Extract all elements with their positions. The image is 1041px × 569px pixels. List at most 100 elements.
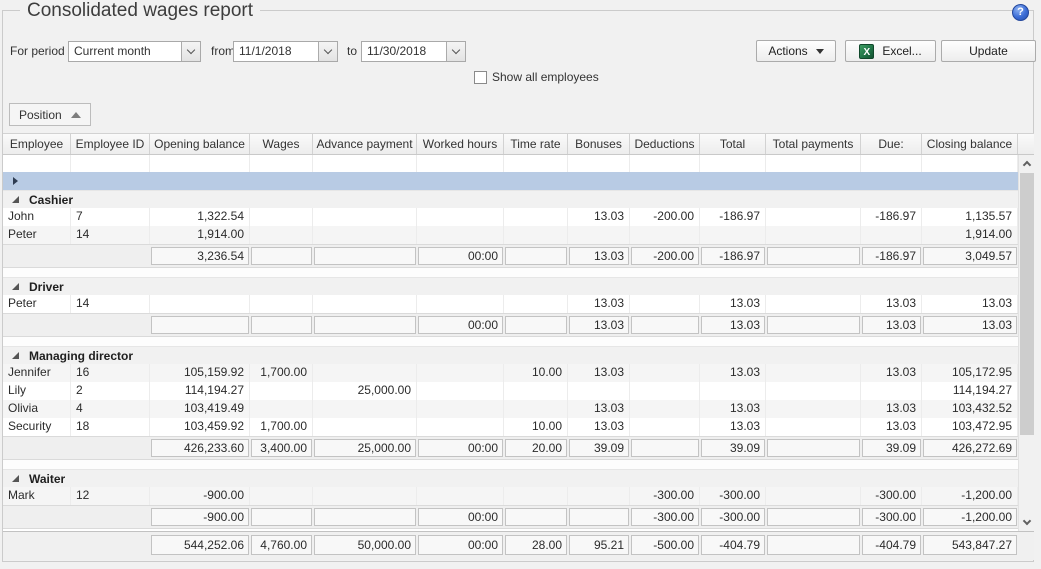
from-label: from [211, 41, 235, 62]
employee-row[interactable]: Lily2114,194.2725,000.00114,194.27 [3, 382, 1018, 400]
summary-value-box [767, 508, 860, 526]
employee-row[interactable]: Jennifer16105,159.921,700.0010.0013.0313… [3, 364, 1018, 382]
summary-value-box [505, 247, 567, 265]
cell: 28.00 [504, 532, 568, 560]
column-header-closing-balance[interactable]: Closing balance [922, 134, 1018, 154]
cell: 00:00 [417, 314, 504, 336]
actions-button[interactable]: Actions [756, 40, 836, 62]
scrollbar-thumb[interactable] [1020, 173, 1034, 435]
cell [3, 314, 71, 336]
employee-row[interactable]: Peter141,914.001,914.00 [3, 226, 1018, 244]
cell: -900.00 [150, 487, 250, 505]
column-header-bonuses[interactable]: Bonuses [568, 134, 630, 154]
cell: 103,419.49 [150, 400, 250, 418]
cell [3, 506, 71, 528]
chevron-down-icon[interactable] [181, 42, 200, 61]
summary-value-box: -186.97 [701, 247, 765, 265]
employee-row[interactable]: John71,322.5413.03-200.00-186.97-186.971… [3, 208, 1018, 226]
summary-value-box: 20.00 [505, 439, 567, 457]
cell [766, 155, 861, 172]
cell: 114,194.27 [922, 382, 1018, 400]
column-header-wages[interactable]: Wages [250, 134, 313, 154]
cell: -404.79 [700, 532, 766, 560]
chevron-down-icon[interactable] [318, 42, 337, 61]
summary-value-box: 3,400.00 [251, 439, 312, 457]
column-header-worked-hours[interactable]: Worked hours [417, 134, 504, 154]
cell: 13.03 [568, 245, 630, 267]
vertical-scrollbar[interactable] [1018, 155, 1034, 531]
update-button[interactable]: Update [941, 40, 1036, 62]
column-header-employee[interactable]: Employee [3, 134, 71, 154]
group-expand-icon [12, 283, 19, 290]
cell [313, 155, 417, 172]
cell [568, 226, 630, 244]
group-summary-row: 3,236.5400:0013.03-200.00-186.97-186.973… [3, 244, 1018, 268]
column-header-total[interactable]: Total [700, 134, 766, 154]
to-date-select[interactable]: 11/30/2018 [361, 41, 466, 62]
summary-value-box: 00:00 [418, 247, 503, 265]
summary-value-box: -186.97 [862, 247, 921, 265]
column-header-employee-id[interactable]: Employee ID [71, 134, 150, 154]
cell: 13.03 [861, 400, 922, 418]
cell [630, 364, 700, 382]
group-spacer [3, 268, 1018, 277]
actions-button-label: Actions [768, 44, 807, 58]
summary-value-box [767, 316, 860, 334]
cell [417, 155, 504, 172]
group-row-cashier[interactable]: Cashier [3, 190, 1018, 208]
cell: Mark [3, 487, 71, 505]
cell [504, 155, 568, 172]
cell: 13.03 [700, 295, 766, 313]
chevron-down-icon[interactable] [446, 42, 465, 61]
cell: 39.09 [861, 437, 922, 459]
scroll-down-button[interactable] [1019, 514, 1035, 531]
cell [313, 245, 417, 267]
show-all-employees-label: Show all employees [492, 70, 599, 84]
cell [766, 245, 861, 267]
chevron-up-icon [1023, 161, 1031, 169]
collapsed-group-row[interactable] [3, 172, 1018, 190]
help-icon[interactable]: ? [1012, 4, 1029, 21]
summary-value-box: 25,000.00 [314, 439, 416, 457]
grand-total-value-box: 95.21 [569, 535, 629, 555]
column-header-deductions[interactable]: Deductions [630, 134, 700, 154]
excel-button[interactable]: X Excel... [845, 40, 936, 62]
cell: -500.00 [630, 532, 700, 560]
period-select[interactable]: Current month [68, 41, 201, 62]
summary-value-box: 426,272.69 [923, 439, 1017, 457]
cell [504, 382, 568, 400]
group-row-waiter[interactable]: Waiter [3, 469, 1018, 487]
cell [250, 245, 313, 267]
cell [313, 506, 417, 528]
column-header-total-payments[interactable]: Total payments [766, 134, 861, 154]
cell [630, 382, 700, 400]
cell: -1,200.00 [922, 506, 1018, 528]
group-field-position[interactable]: Position [9, 103, 91, 126]
column-header-due[interactable]: Due: [861, 134, 922, 154]
cell: 13.03 [861, 295, 922, 313]
column-header-advance-payment[interactable]: Advance payment [313, 134, 417, 154]
employee-row[interactable]: Mark12-900.00-300.00-300.00-300.00-1,200… [3, 487, 1018, 505]
grid-header-corner [1018, 134, 1034, 154]
employee-row[interactable]: Peter1413.0313.0313.0313.03 [3, 295, 1018, 313]
cell: -300.00 [630, 487, 700, 505]
cell: 3,236.54 [150, 245, 250, 267]
from-date-select[interactable]: 11/1/2018 [233, 41, 338, 62]
cell [250, 314, 313, 336]
column-header-time-rate[interactable]: Time rate [504, 134, 568, 154]
group-row-driver[interactable]: Driver [3, 277, 1018, 295]
show-all-employees-checkbox[interactable]: Show all employees [474, 70, 599, 84]
scroll-up-button[interactable] [1019, 155, 1035, 172]
employee-row[interactable]: Olivia4103,419.4913.0313.0313.03103,432.… [3, 400, 1018, 418]
cell: 13.03 [700, 400, 766, 418]
summary-value-box [251, 508, 312, 526]
column-header-opening-balance[interactable]: Opening balance [150, 134, 250, 154]
grand-total-value-box: 28.00 [505, 535, 567, 555]
cell: 13.03 [861, 364, 922, 382]
cell [3, 155, 71, 172]
cell [766, 532, 861, 560]
cell: -300.00 [700, 506, 766, 528]
employee-row[interactable]: Security18103,459.921,700.0010.0013.0313… [3, 418, 1018, 436]
empty-row[interactable] [3, 155, 1018, 172]
group-row-managing-director[interactable]: Managing director [3, 346, 1018, 364]
